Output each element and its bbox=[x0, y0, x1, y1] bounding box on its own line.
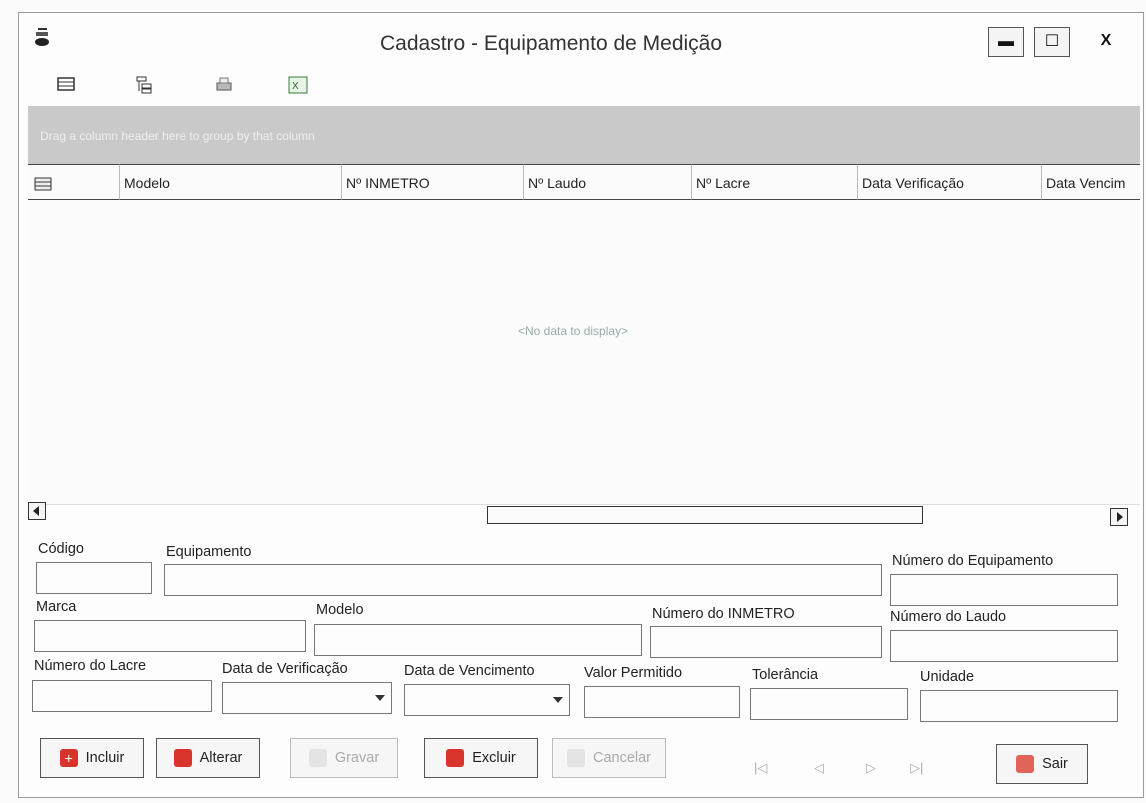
column-header-data-verificacao[interactable]: Data Verificação bbox=[858, 164, 1042, 200]
marca-field[interactable] bbox=[34, 620, 306, 652]
chevron-down-icon[interactable] bbox=[375, 695, 385, 701]
valor-permitido-field[interactable] bbox=[584, 686, 740, 718]
minus-icon bbox=[446, 749, 465, 767]
minimize-button[interactable]: ▬ bbox=[988, 27, 1024, 57]
group-by-bar[interactable]: Drag a column header here to group by th… bbox=[28, 106, 1140, 164]
excluir-button[interactable]: Excluir bbox=[424, 738, 538, 778]
incluir-button[interactable]: + Incluir bbox=[40, 738, 144, 778]
save-icon bbox=[308, 749, 327, 767]
sair-label: Sair bbox=[1042, 756, 1068, 772]
layout-icon[interactable] bbox=[56, 76, 76, 94]
unidade-label: Unidade bbox=[920, 669, 975, 685]
equipamento-field[interactable] bbox=[164, 564, 882, 596]
excel-icon[interactable]: X bbox=[288, 76, 308, 94]
gravar-label: Gravar bbox=[334, 750, 380, 766]
column-header-lacre[interactable]: Nº Lacre bbox=[692, 164, 858, 200]
previous-record-icon[interactable]: ◁ bbox=[814, 760, 824, 776]
tree-icon[interactable] bbox=[135, 76, 155, 94]
maximize-button[interactable]: ☐ bbox=[1034, 27, 1070, 57]
scroll-thumb[interactable] bbox=[487, 506, 923, 524]
numero-equipamento-label: Número do Equipamento bbox=[892, 553, 1054, 569]
codigo-label: Código bbox=[38, 541, 84, 557]
data-vencimento-select[interactable] bbox=[404, 684, 570, 716]
cancelar-label: Cancelar bbox=[592, 750, 652, 766]
modelo-label: Modelo bbox=[316, 602, 364, 618]
column-header-laudo[interactable]: Nº Laudo bbox=[524, 164, 692, 200]
numero-laudo-field[interactable] bbox=[890, 630, 1118, 662]
print-icon[interactable] bbox=[214, 76, 234, 94]
svg-text:X: X bbox=[292, 81, 299, 92]
tolerancia-label: Tolerância bbox=[752, 667, 819, 683]
numero-laudo-label: Número do Laudo bbox=[890, 609, 1007, 625]
exit-icon bbox=[1016, 755, 1035, 773]
numero-inmetro-field[interactable] bbox=[650, 626, 882, 658]
data-verificacao-select[interactable] bbox=[222, 682, 392, 714]
plus-icon: + bbox=[59, 749, 78, 767]
tolerancia-field[interactable] bbox=[750, 688, 908, 720]
incluir-label: Incluir bbox=[85, 750, 125, 766]
numero-lacre-field[interactable] bbox=[32, 680, 212, 712]
next-record-icon[interactable]: ▷ bbox=[866, 760, 876, 776]
gravar-button[interactable]: Gravar bbox=[290, 738, 398, 778]
equipamento-label: Equipamento bbox=[166, 544, 252, 560]
data-verificacao-label: Data de Verificação bbox=[222, 661, 348, 677]
close-button[interactable]: X bbox=[1088, 27, 1124, 57]
sair-button[interactable]: Sair bbox=[996, 744, 1088, 784]
column-header-modelo[interactable]: Modelo bbox=[120, 164, 342, 200]
unidade-field[interactable] bbox=[920, 690, 1118, 722]
scroll-right-button[interactable] bbox=[1110, 508, 1128, 526]
column-chooser-icon[interactable] bbox=[28, 164, 120, 200]
column-header-data-vencimento[interactable]: Data Vencim bbox=[1042, 164, 1140, 200]
cancel-icon bbox=[566, 749, 585, 767]
group-hint-text: Drag a column header here to group by th… bbox=[40, 129, 315, 143]
scroll-left-button[interactable] bbox=[28, 502, 46, 520]
alterar-label: Alterar bbox=[199, 750, 243, 766]
window-title: Cadastro - Equipamento de Medição bbox=[380, 32, 723, 55]
data-vencimento-label: Data de Vencimento bbox=[404, 663, 535, 679]
column-header-inmetro[interactable]: Nº INMETRO bbox=[342, 164, 524, 200]
marca-label: Marca bbox=[36, 599, 77, 615]
last-record-icon[interactable]: ▷| bbox=[910, 760, 923, 776]
first-record-icon[interactable]: |◁ bbox=[754, 760, 767, 776]
modelo-field[interactable] bbox=[314, 624, 642, 656]
edit-icon bbox=[173, 749, 192, 767]
valor-permitido-label: Valor Permitido bbox=[584, 665, 683, 681]
numero-equipamento-field[interactable] bbox=[890, 574, 1118, 606]
cancelar-button[interactable]: Cancelar bbox=[552, 738, 666, 778]
alterar-button[interactable]: Alterar bbox=[156, 738, 260, 778]
numero-inmetro-label: Número do INMETRO bbox=[652, 606, 795, 622]
excluir-label: Excluir bbox=[472, 750, 516, 766]
app-icon bbox=[34, 26, 52, 48]
numero-lacre-label: Número do Lacre bbox=[34, 658, 147, 674]
chevron-down-icon[interactable] bbox=[553, 697, 563, 703]
horizontal-scrollbar[interactable] bbox=[28, 500, 1140, 526]
codigo-field[interactable] bbox=[36, 562, 152, 594]
empty-grid-message: <No data to display> bbox=[518, 324, 629, 338]
data-grid[interactable]: Modelo Nº INMETRO Nº Laudo Nº Lacre Data… bbox=[28, 164, 1140, 505]
